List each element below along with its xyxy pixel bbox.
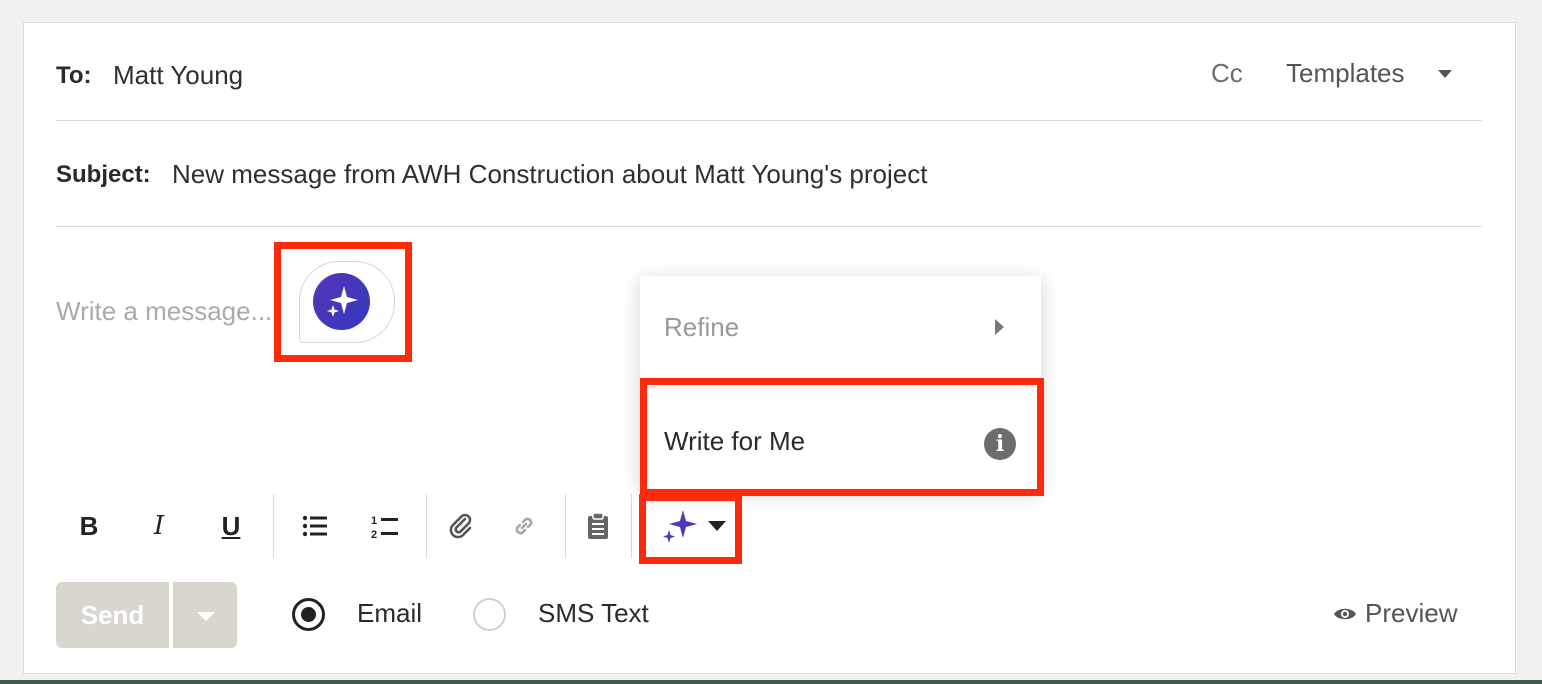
numbered-list-button[interactable]: 1 2 [360,494,410,558]
subject-row: Subject: New message from AWH Constructi… [56,157,1482,197]
divider [631,494,632,558]
italic-button[interactable]: I [134,494,184,558]
svg-text:2: 2 [371,529,377,539]
message-body-input[interactable]: Write a message... [56,296,272,327]
cc-button[interactable]: Cc [1211,58,1243,89]
eye-icon [1334,608,1356,619]
send-options-button[interactable] [173,582,237,648]
highlight-box [640,378,1044,496]
link-icon [515,517,533,535]
send-button[interactable]: Send [56,582,169,648]
clipboard-button[interactable] [573,494,623,558]
to-recipient-field[interactable]: Matt Young [113,60,243,91]
page-bottom-strip [0,680,1542,684]
subject-field[interactable]: New message from AWH Construction about … [172,159,927,190]
subject-label: Subject: [56,161,151,188]
caret-down-icon[interactable] [1438,70,1452,78]
svg-text:1: 1 [371,515,377,527]
paperclip-icon [449,513,472,539]
preview-button[interactable]: Preview [1333,598,1457,629]
bold-button[interactable]: B [64,494,114,558]
attach-button[interactable] [436,494,486,558]
divider [56,226,1482,227]
menu-item-refine[interactable]: Refine [640,276,1041,380]
email-radio[interactable] [292,598,325,631]
divider [56,120,1482,121]
to-label: To: [56,62,92,89]
clipboard-icon [588,512,608,539]
preview-label: Preview [1365,598,1458,628]
chevron-right-icon [995,319,1004,335]
underline-button[interactable]: U [206,494,256,558]
to-row: To: Matt Young Cc Templates [56,56,1482,96]
divider [273,494,274,558]
divider [426,494,427,558]
divider [565,494,566,558]
highlight-box [639,494,742,564]
menu-item-label: Refine [664,312,740,342]
highlight-box [274,242,412,362]
sms-radio-label[interactable]: SMS Text [538,598,649,629]
caret-down-icon [197,612,215,621]
email-radio-label[interactable]: Email [357,598,422,629]
bullet-list-button[interactable] [290,494,340,558]
bullet-list-icon [302,515,327,537]
sms-radio[interactable] [473,598,506,631]
numbered-list-icon: 1 2 [371,515,398,539]
templates-dropdown[interactable]: Templates [1286,58,1405,89]
link-button[interactable] [499,494,549,558]
